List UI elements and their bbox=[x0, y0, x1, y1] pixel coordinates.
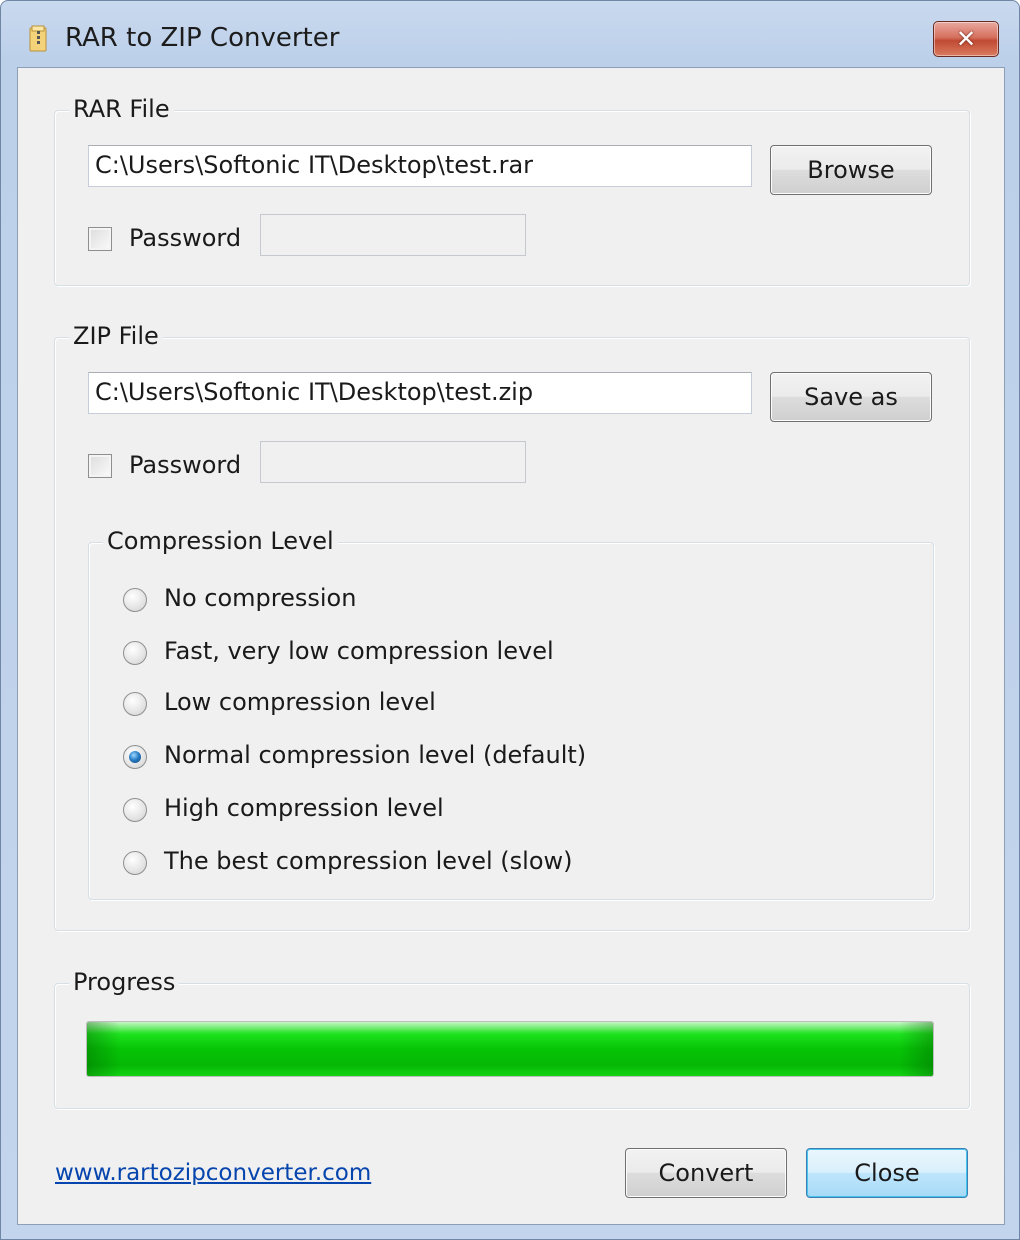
rar-password-input[interactable] bbox=[260, 214, 526, 256]
rar-password-checkbox[interactable] bbox=[88, 227, 112, 251]
compression-level-group-label: Compression Level bbox=[103, 527, 338, 555]
radio-label-best-compression: The best compression level (slow) bbox=[164, 847, 573, 875]
radio-no-compression[interactable] bbox=[123, 588, 147, 612]
progress-bar bbox=[86, 1021, 934, 1077]
radio-label-low-compression: Low compression level bbox=[164, 688, 436, 716]
radio-label-normal-compression: Normal compression level (default) bbox=[164, 741, 587, 769]
browse-button[interactable]: Browse bbox=[770, 145, 932, 195]
zip-path-input[interactable]: C:\Users\Softonic IT\Desktop\test.zip bbox=[88, 372, 752, 414]
window-title: RAR to ZIP Converter bbox=[65, 23, 340, 53]
zip-password-checkbox[interactable] bbox=[88, 454, 112, 478]
save-as-button[interactable]: Save as bbox=[770, 372, 932, 422]
zip-password-input[interactable] bbox=[260, 441, 526, 483]
radio-best-compression[interactable] bbox=[123, 851, 147, 875]
client-area: RAR File C:\Users\Softonic IT\Desktop\te… bbox=[17, 67, 1005, 1225]
radio-label-fast-compression: Fast, very low compression level bbox=[164, 637, 554, 665]
close-button[interactable]: Close bbox=[806, 1148, 968, 1198]
radio-label-high-compression: High compression level bbox=[164, 794, 444, 822]
radio-low-compression[interactable] bbox=[123, 692, 147, 716]
radio-normal-compression[interactable] bbox=[123, 745, 147, 769]
radio-selected-dot bbox=[129, 751, 141, 763]
radio-label-no-compression: No compression bbox=[164, 584, 357, 612]
progress-group-label: Progress bbox=[69, 968, 180, 996]
app-window: RAR to ZIP Converter ✕ RAR File C:\Users… bbox=[0, 0, 1020, 1240]
rar-file-group: RAR File bbox=[54, 95, 970, 286]
zip-file-group-label: ZIP File bbox=[69, 322, 163, 350]
progress-bar-fill bbox=[87, 1022, 933, 1076]
convert-button[interactable]: Convert bbox=[625, 1148, 787, 1198]
website-link[interactable]: www.rartozipconverter.com bbox=[55, 1160, 371, 1186]
folder-zip-icon bbox=[29, 25, 47, 52]
rar-path-input[interactable]: C:\Users\Softonic IT\Desktop\test.rar bbox=[88, 145, 752, 187]
radio-fast-compression[interactable] bbox=[123, 641, 147, 665]
radio-high-compression[interactable] bbox=[123, 798, 147, 822]
rar-password-label: Password bbox=[129, 224, 242, 252]
close-icon: ✕ bbox=[955, 25, 977, 53]
rar-file-group-label: RAR File bbox=[69, 95, 174, 123]
title-bar[interactable]: RAR to ZIP Converter ✕ bbox=[1, 1, 1019, 71]
zip-password-label: Password bbox=[129, 451, 242, 479]
window-close-button[interactable]: ✕ bbox=[933, 21, 999, 57]
